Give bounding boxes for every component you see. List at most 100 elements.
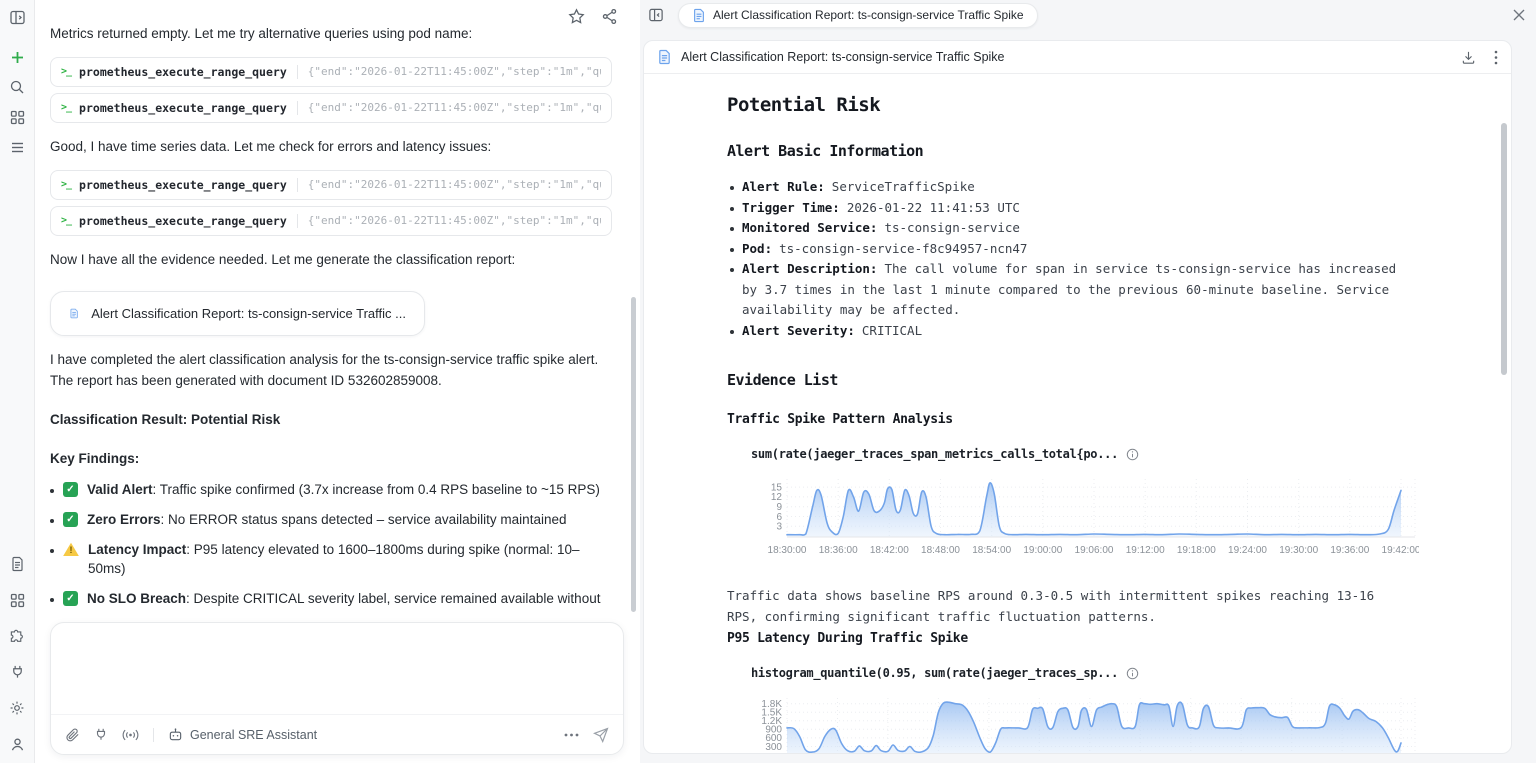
artifact-tab[interactable]: Alert Classification Report: ts-consign-… xyxy=(678,2,1038,28)
list-item: Zero Errors: No ERROR status spans detec… xyxy=(50,511,612,530)
star-icon[interactable] xyxy=(568,8,585,30)
artifact-topbar: Alert Classification Report: ts-consign-… xyxy=(640,0,1536,30)
send-icon[interactable] xyxy=(593,726,609,743)
tool-args: {"end":"2026-01-22T11:45:00Z","step":"1m… xyxy=(307,101,601,115)
broadcast-icon[interactable] xyxy=(122,728,139,742)
divider xyxy=(296,213,298,228)
puzzle-icon[interactable] xyxy=(8,627,26,645)
findings-list: Valid Alert: Traffic spike confirmed (3.… xyxy=(50,481,612,614)
document-icon[interactable] xyxy=(8,555,26,573)
tool-call-row[interactable]: prometheus_execute_range_query {"end":"2… xyxy=(50,205,612,236)
new-chat-icon[interactable] xyxy=(8,48,26,66)
finding-icon xyxy=(63,591,78,607)
artifact-card-title: Alert Classification Report: ts-consign-… xyxy=(681,50,1005,64)
svg-text:6: 6 xyxy=(776,512,782,523)
info-icon[interactable] xyxy=(1126,448,1139,461)
chat-scroll-area: Metrics returned empty. Let me try alter… xyxy=(35,0,640,614)
attachment-icon[interactable] xyxy=(65,727,80,743)
tool-name: prometheus_execute_range_query xyxy=(79,177,287,192)
finding-icon xyxy=(63,542,79,557)
svg-text:19:06:00: 19:06:00 xyxy=(1075,545,1114,556)
finding-text: Zero Errors: No ERROR status spans detec… xyxy=(87,512,567,528)
finding-icon xyxy=(63,512,78,528)
chart-title: histogram_quantile(0.95, sum(rate(jaeger… xyxy=(751,666,1399,680)
assistant-message: Now I have all the evidence needed. Let … xyxy=(50,251,516,267)
agent-label: General SRE Assistant xyxy=(190,727,318,742)
section-heading: Evidence List xyxy=(727,371,838,389)
tool-args: {"end":"2026-01-22T11:45:00Z","step":"1m… xyxy=(307,65,601,79)
divider xyxy=(296,64,298,79)
svg-text:18:54:00: 18:54:00 xyxy=(972,545,1011,556)
search-icon[interactable] xyxy=(8,78,26,96)
svg-text:15: 15 xyxy=(771,482,783,493)
share-icon[interactable] xyxy=(601,8,618,30)
artifact-card-header: Alert Classification Report: ts-consign-… xyxy=(644,41,1511,74)
latency-chart-block: histogram_quantile(0.95, sum(rate(jaeger… xyxy=(751,666,1416,753)
section-heading: Alert Basic Information xyxy=(727,142,924,160)
document-icon xyxy=(70,308,78,319)
svg-text:19:18:00: 19:18:00 xyxy=(1177,545,1216,556)
list-item: Latency Impact: P95 latency elevated to … xyxy=(50,541,612,579)
svg-text:9: 9 xyxy=(776,502,782,513)
download-icon[interactable] xyxy=(1461,50,1476,65)
tool-name: prometheus_execute_range_query xyxy=(79,100,287,115)
artifact-tab-title: Alert Classification Report: ts-consign-… xyxy=(713,8,1024,22)
alert-info-list: Alert Rule: ServiceTrafficSpike Trigger T… xyxy=(727,177,1399,341)
kebab-menu-icon[interactable] xyxy=(1494,50,1498,65)
app-root: Metrics returned empty. Let me try alter… xyxy=(0,0,1536,763)
apps-grid-icon[interactable] xyxy=(8,108,26,126)
finding-text: No SLO Breach: Despite CRITICAL severity… xyxy=(87,591,601,614)
artifact-scrollbar[interactable] xyxy=(1501,123,1507,375)
svg-text:19:12:00: 19:12:00 xyxy=(1126,545,1165,556)
svg-text:18:30:00: 18:30:00 xyxy=(768,545,807,556)
report-card[interactable]: Alert Classification Report: ts-consign-… xyxy=(50,290,425,336)
finding-text: Valid Alert: Traffic spike confirmed (3.… xyxy=(87,482,600,498)
tool-name: prometheus_execute_range_query xyxy=(79,213,287,228)
svg-text:12: 12 xyxy=(771,492,783,503)
list-item: Alert Description: The call volume for sp… xyxy=(727,259,1399,321)
document-icon xyxy=(659,49,670,65)
panel-collapse-icon[interactable] xyxy=(648,7,664,23)
tool-call-row[interactable]: prometheus_execute_range_query {"end":"2… xyxy=(50,92,612,123)
svg-text:19:36:00: 19:36:00 xyxy=(1330,545,1369,556)
close-icon[interactable] xyxy=(1512,8,1526,22)
more-icon[interactable] xyxy=(564,733,579,737)
traffic-area-chart[interactable]: 3691215 18:30:00 18:36:00 18:42:00 18:48:00 1… xyxy=(751,475,1419,561)
latency-area-chart[interactable]: 3006009001.2K1.5K1.8K18:30:0018:36:0018:… xyxy=(751,694,1419,754)
person-icon[interactable] xyxy=(8,735,26,753)
finding-icon xyxy=(63,482,78,498)
svg-text:18:36:00: 18:36:00 xyxy=(819,545,858,556)
info-icon[interactable] xyxy=(1126,667,1139,680)
chart-analysis: Traffic data shows baseline RPS around 0… xyxy=(727,588,1375,624)
tool-args: {"end":"2026-01-22T11:45:00Z","step":"1m… xyxy=(307,178,601,192)
tool-name: prometheus_execute_range_query xyxy=(79,64,287,79)
chat-scrollbar[interactable] xyxy=(631,297,636,612)
apps-grid-icon[interactable] xyxy=(8,591,26,609)
agent-selector[interactable]: General SRE Assistant xyxy=(168,727,317,742)
report-card-title: Alert Classification Report: ts-consign-… xyxy=(91,305,406,321)
tool-args: {"end":"2026-01-22T11:45:00Z","step":"1m… xyxy=(307,214,601,228)
plug-icon[interactable] xyxy=(8,663,26,681)
list-icon[interactable] xyxy=(8,138,26,156)
tool-call-row[interactable]: prometheus_execute_range_query {"end":"2… xyxy=(50,56,612,87)
assistant-message: I have completed the alert classificatio… xyxy=(50,351,599,388)
gear-icon[interactable] xyxy=(8,699,26,717)
message-input[interactable] xyxy=(51,623,623,714)
composer: General SRE Assistant xyxy=(50,622,624,755)
traffic-chart-block: sum(rate(jaeger_traces_span_metrics_call… xyxy=(751,447,1419,561)
panel-toggle-icon[interactable] xyxy=(8,8,26,26)
terminal-prompt-icon xyxy=(61,66,71,77)
subsection-heading: Traffic Spike Pattern Analysis xyxy=(727,412,953,427)
list-item: Monitored Service: ts-consign-service xyxy=(727,218,1399,239)
terminal-prompt-icon xyxy=(61,215,71,226)
terminal-prompt-icon xyxy=(61,102,71,113)
chart-title: sum(rate(jaeger_traces_span_metrics_call… xyxy=(751,447,1399,461)
list-item: Alert Severity: CRITICAL xyxy=(727,321,1399,342)
divider xyxy=(153,727,154,742)
bullet-dot xyxy=(50,489,54,494)
tool-call-row[interactable]: prometheus_execute_range_query {"end":"2… xyxy=(50,169,612,200)
plug-icon[interactable] xyxy=(94,727,108,742)
left-rail xyxy=(0,0,35,763)
assistant-message: Metrics returned empty. Let me try alter… xyxy=(50,26,473,41)
svg-text:18:42:00: 18:42:00 xyxy=(870,545,909,556)
